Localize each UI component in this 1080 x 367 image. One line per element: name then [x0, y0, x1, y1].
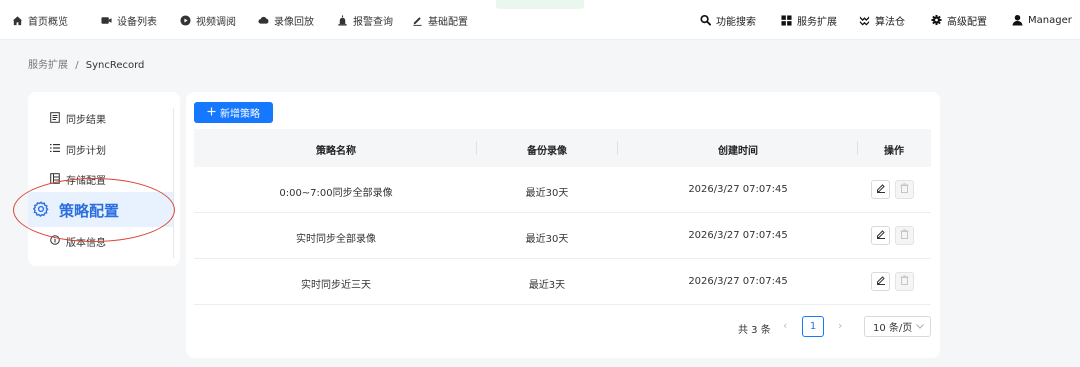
add-strategy-button[interactable]: 新增策略	[194, 102, 273, 123]
algorithm-icon	[859, 15, 870, 26]
edit-button[interactable]	[871, 272, 890, 291]
table-row: 实时同步全部录像 最近30天 2026/3/27 07:07:45	[194, 213, 931, 259]
nav-highlight	[496, 0, 584, 9]
chevron-down-icon	[916, 321, 924, 332]
nav-label: 基础配置	[428, 16, 468, 28]
pagination-page-current[interactable]: 1	[802, 316, 824, 337]
page-size-select[interactable]: 10 条/页	[864, 316, 931, 337]
nav-item-playback[interactable]: 录像回放	[258, 13, 314, 28]
table-row: 实时同步近三天 最近3天 2026/3/27 07:07:45	[194, 259, 931, 305]
delete-button[interactable]	[895, 180, 914, 199]
nav-item-search[interactable]: 功能搜索	[700, 13, 756, 28]
sidebar-divider	[173, 108, 174, 258]
nav-item-video[interactable]: 视频调阅	[180, 13, 236, 28]
breadcrumb: 服务扩展 / SyncRecord	[28, 56, 144, 71]
created-time-cell: 2026/3/27 07:07:45	[688, 276, 788, 287]
column-separator	[857, 141, 858, 155]
nav-item-home[interactable]: 首页概览	[12, 13, 68, 28]
sidebar-item-label: 同步结果	[66, 115, 106, 126]
sidebar-item-label: 存储配置	[66, 176, 106, 187]
trash-icon	[900, 183, 909, 196]
edit-icon	[876, 183, 886, 196]
column-separator	[617, 141, 618, 155]
list-lines-icon	[50, 143, 60, 156]
sidebar: 同步结果 同步计划 存储配置 版本信息	[28, 92, 180, 266]
main-panel: 新增策略 策略名称 备份录像 创建时间 操作 0:00~7:00同步全部录像 最…	[186, 92, 940, 358]
sidebar-item-version-info[interactable]: 版本信息	[50, 234, 106, 249]
next-page-icon[interactable]: ›	[838, 319, 842, 332]
created-time-cell: 2026/3/27 07:07:45	[688, 184, 788, 195]
strategy-name-cell: 实时同步近三天	[301, 280, 371, 291]
edit-icon	[876, 229, 886, 242]
alarm-icon	[337, 14, 348, 26]
gear-icon	[32, 200, 49, 221]
breadcrumb-current: SyncRecord	[85, 60, 145, 71]
prev-page-icon[interactable]: ‹	[783, 319, 787, 332]
storage-icon	[50, 172, 60, 187]
cloud-icon	[258, 15, 269, 26]
breadcrumb-separator: /	[75, 60, 79, 71]
sidebar-item-storage-config[interactable]: 存储配置	[50, 172, 106, 187]
page-size-value: 10 条/页	[873, 323, 913, 334]
sidebar-item-label: 同步计划	[66, 146, 106, 157]
backup-cell: 最近30天	[525, 234, 569, 245]
edit-button[interactable]	[871, 180, 890, 199]
pagination-total: 共 3 条	[738, 325, 771, 336]
column-header-name[interactable]: 策略名称	[286, 142, 386, 157]
nav-item-advanced[interactable]: 高级配置	[931, 13, 987, 28]
nav-label: 设备列表	[117, 16, 157, 28]
table-header: 策略名称 备份录像 创建时间 操作	[194, 129, 931, 167]
nav-label: 报警查询	[353, 16, 393, 28]
user-icon	[1012, 14, 1023, 26]
edit-icon	[412, 15, 423, 26]
nav-item-alarm[interactable]: 报警查询	[337, 13, 393, 28]
gear-icon	[931, 14, 942, 26]
nav-label: 服务扩展	[797, 16, 837, 28]
column-header-actions: 操作	[884, 146, 904, 157]
search-icon	[700, 14, 711, 26]
table-row: 0:00~7:00同步全部录像 最近30天 2026/3/27 07:07:45	[194, 167, 931, 213]
nav-item-config[interactable]: 基础配置	[412, 13, 468, 28]
nav-item-devices[interactable]: 设备列表	[101, 13, 157, 28]
plus-icon	[207, 107, 216, 119]
column-separator	[476, 141, 477, 155]
backup-cell: 最近3天	[528, 280, 566, 291]
column-header-created[interactable]: 创建时间	[688, 142, 788, 157]
trash-icon	[900, 229, 909, 242]
sidebar-item-label: 版本信息	[66, 238, 106, 249]
top-nav: 首页概览 设备列表 视频调阅 录像回放 报警查询 基础配置 功能搜索 服务扩展 …	[0, 0, 1080, 40]
sidebar-item-strategy-config[interactable]: 策略配置	[32, 200, 120, 221]
breadcrumb-parent[interactable]: 服务扩展	[28, 60, 68, 71]
column-header-backup[interactable]: 备份录像	[497, 142, 597, 157]
created-time-cell: 2026/3/27 07:07:45	[688, 230, 788, 241]
camera-icon	[101, 15, 112, 26]
add-strategy-label: 新增策略	[220, 109, 260, 120]
strategy-name-cell: 0:00~7:00同步全部录像	[279, 188, 393, 199]
nav-label: 录像回放	[274, 16, 314, 28]
nav-item-services[interactable]: 服务扩展	[781, 13, 837, 28]
edit-button[interactable]	[871, 226, 890, 245]
nav-label: 算法仓	[875, 16, 905, 28]
nav-item-user[interactable]: Manager	[1012, 13, 1072, 27]
sidebar-item-label: 策略配置	[59, 202, 120, 220]
info-icon	[50, 235, 60, 248]
nav-label: 高级配置	[947, 16, 987, 28]
nav-label: Manager	[1028, 14, 1072, 26]
sidebar-item-sync-plan[interactable]: 同步计划	[50, 142, 106, 157]
list-icon	[50, 111, 60, 126]
strategy-name-cell: 实时同步全部录像	[296, 234, 376, 245]
delete-button[interactable]	[895, 272, 914, 291]
nav-label: 首页概览	[28, 16, 68, 28]
home-icon	[12, 15, 23, 26]
trash-icon	[900, 275, 909, 288]
backup-cell: 最近30天	[525, 188, 569, 199]
nav-label: 视频调阅	[196, 16, 236, 28]
play-circle-icon	[180, 14, 191, 26]
edit-icon	[876, 275, 886, 288]
sidebar-item-sync-results[interactable]: 同步结果	[50, 111, 106, 126]
nav-item-algorithms[interactable]: 算法仓	[859, 13, 905, 28]
delete-button[interactable]	[895, 226, 914, 245]
grid-icon	[781, 14, 792, 26]
nav-label: 功能搜索	[716, 16, 756, 28]
